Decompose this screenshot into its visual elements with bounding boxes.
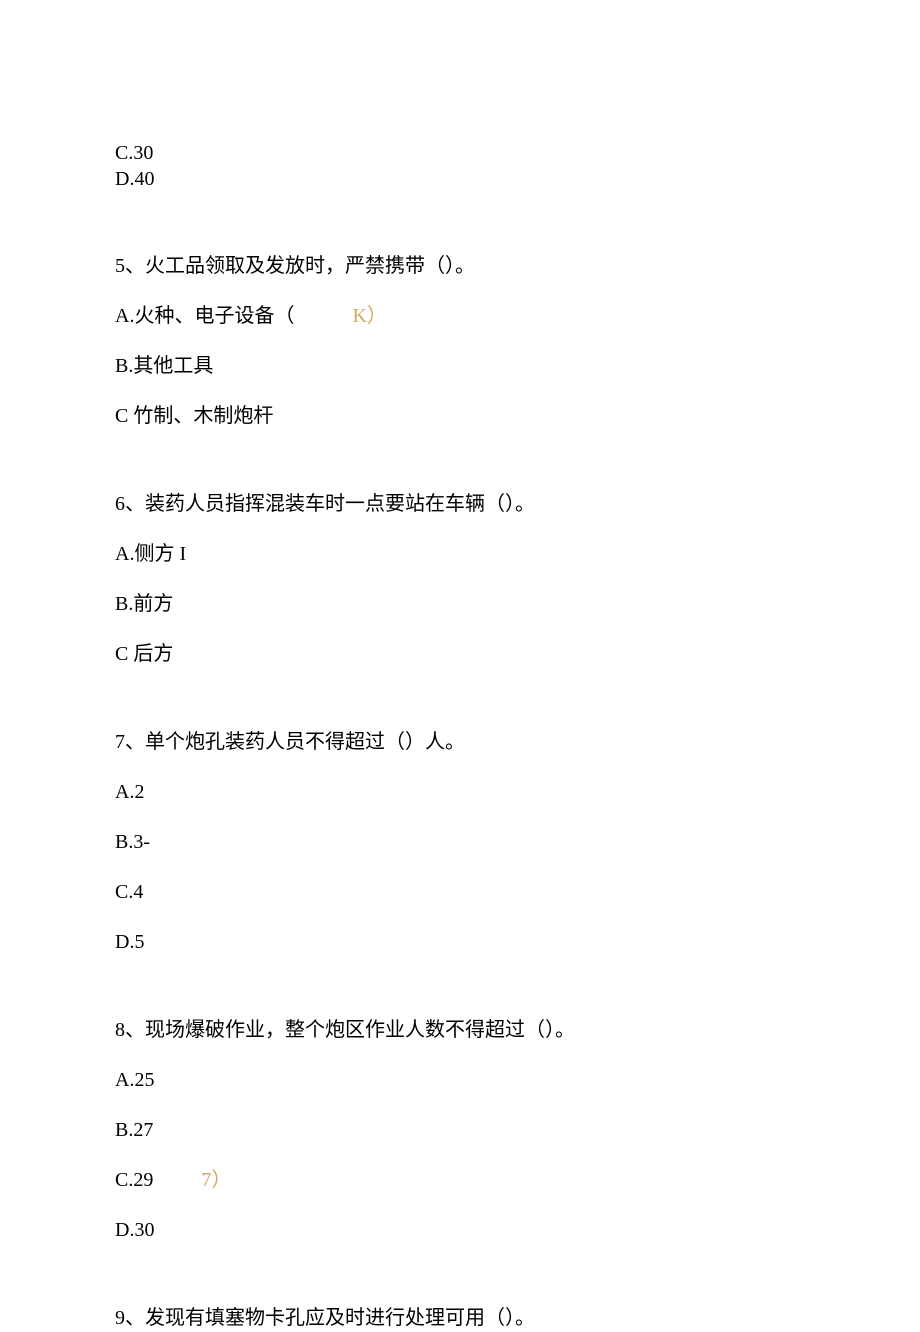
option-c: C.30 <box>115 140 805 166</box>
option-c: C.4 <box>115 878 805 906</box>
question-9: 9、发现有填塞物卡孔应及时进行处理可用（）。 <box>115 1304 805 1332</box>
option-c: C.29 7） <box>115 1166 805 1194</box>
question-text: 8、现场爆破作业，整个炮区作业人数不得超过（）。 <box>115 1016 805 1044</box>
option-c: C 竹制、木制炮杆 <box>115 402 805 430</box>
option-a: A.火种、电子设备（ K） <box>115 302 805 330</box>
option-b: B.前方 <box>115 590 805 618</box>
option-d: D.5 <box>115 928 805 956</box>
option-d: D.30 <box>115 1216 805 1244</box>
option-b: B.3- <box>115 828 805 856</box>
question-7: 7、单个炮孔装药人员不得超过（）人。 A.2 B.3- C.4 D.5 <box>115 728 805 956</box>
question-text: 5、火工品领取及发放时，严禁携带（）。 <box>115 252 805 280</box>
annotation-k: K） <box>352 305 386 327</box>
annotation-7: 7） <box>201 1169 231 1191</box>
option-c: C 后方 <box>115 640 805 668</box>
question-text: 6、装药人员指挥混装车时一点要站在车辆（）。 <box>115 490 805 518</box>
question-text: 7、单个炮孔装药人员不得超过（）人。 <box>115 728 805 756</box>
option-d: D.40 <box>115 166 805 192</box>
option-a: A.侧方 I <box>115 540 805 568</box>
option-a-text: A.火种、电子设备（ <box>115 305 294 327</box>
previous-question-tail: C.30 D.40 <box>115 140 805 192</box>
option-b: B.其他工具 <box>115 352 805 380</box>
option-a: A.2 <box>115 778 805 806</box>
option-a: A.25 <box>115 1066 805 1094</box>
question-8: 8、现场爆破作业，整个炮区作业人数不得超过（）。 A.25 B.27 C.29 7… <box>115 1016 805 1244</box>
question-6: 6、装药人员指挥混装车时一点要站在车辆（）。 A.侧方 I B.前方 C 后方 <box>115 490 805 668</box>
option-b: B.27 <box>115 1116 805 1144</box>
question-5: 5、火工品领取及发放时，严禁携带（）。 A.火种、电子设备（K） B.其他工具 … <box>115 252 805 430</box>
option-c-text: C.29 <box>115 1169 153 1191</box>
question-text: 9、发现有填塞物卡孔应及时进行处理可用（）。 <box>115 1304 805 1332</box>
